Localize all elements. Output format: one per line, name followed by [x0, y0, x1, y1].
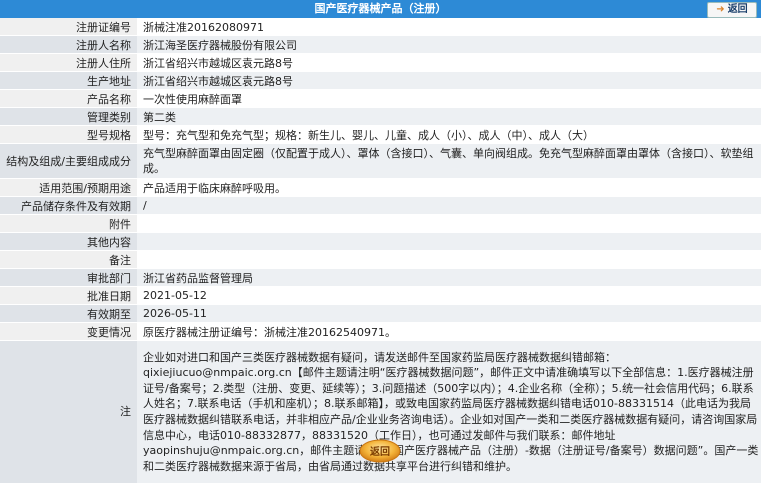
table-row: 产品名称 一次性使用麻醉面罩	[0, 89, 761, 108]
table-row: 型号规格 型号：充气型和免充气型；规格：新生儿、婴儿、儿童、成人（小）、成人（中）…	[0, 125, 761, 144]
field-label: 批准日期	[0, 286, 137, 305]
field-value: 浙江省绍兴市越城区袁元路8号	[137, 71, 761, 90]
field-label: 注	[0, 340, 137, 484]
field-value: 企业如对进口和国产三类医疗器械数据有疑问，请发送邮件至国家药监局医疗器械数据纠错…	[137, 340, 761, 484]
field-label: 产品储存条件及有效期	[0, 196, 137, 215]
field-label: 注册证编号	[0, 18, 137, 36]
table-row: 注册人住所 浙江省绍兴市越城区袁元路8号	[0, 53, 761, 72]
field-value: 型号：充气型和免充气型；规格：新生儿、婴儿、儿童、成人（小）、成人（中）、成人（…	[137, 125, 761, 144]
back-button-bottom[interactable]: 返回	[356, 439, 404, 463]
arrow-right-icon: ➜	[716, 4, 725, 15]
field-value: 第二类	[137, 107, 761, 126]
back-label-bottom: 返回	[370, 445, 390, 458]
field-value: 2021-05-12	[137, 286, 761, 305]
table-row: 变更情况 原医疗器械注册证编号：浙械注准20162540971。	[0, 322, 761, 341]
field-value: 充气型麻醉面罩由固定圈（仅配置于成人）、罩体（含接口）、气囊、单向阀组成。免充气…	[137, 143, 761, 179]
field-label: 生产地址	[0, 71, 137, 90]
table-row: 有效期至 2026-05-11	[0, 304, 761, 323]
table-row: 生产地址 浙江省绍兴市越城区袁元路8号	[0, 71, 761, 90]
field-label: 备注	[0, 250, 137, 269]
field-value	[137, 250, 761, 269]
page-title: 国产医疗器械产品（注册）	[314, 2, 447, 15]
header-bar: 国产医疗器械产品（注册） ➜ 返回	[0, 0, 761, 18]
field-value: /	[137, 196, 761, 215]
table-row: 审批部门 浙江省药品监督管理局	[0, 268, 761, 287]
table-row: 产品储存条件及有效期 /	[0, 196, 761, 215]
field-value: 一次性使用麻醉面罩	[137, 89, 761, 108]
field-value: 浙江海圣医疗器械股份有限公司	[137, 35, 761, 54]
field-value: 浙江省绍兴市越城区袁元路8号	[137, 53, 761, 72]
field-value: 产品适用于临床麻醉呼吸用。	[137, 178, 761, 197]
back-label: 返回	[727, 4, 748, 15]
table-row: 注册人名称 浙江海圣医疗器械股份有限公司	[0, 35, 761, 54]
field-value	[137, 214, 761, 233]
field-label: 有效期至	[0, 304, 137, 323]
back-button-top[interactable]: ➜ 返回	[707, 2, 757, 18]
field-label: 注册人名称	[0, 35, 137, 54]
table-row: 批准日期 2021-05-12	[0, 286, 761, 305]
field-value: 原医疗器械注册证编号：浙械注准20162540971。	[137, 322, 761, 341]
table-row: 适用范围/预期用途 产品适用于临床麻醉呼吸用。	[0, 178, 761, 197]
table-row: 管理类别 第二类	[0, 107, 761, 126]
table-row: 备注	[0, 250, 761, 269]
field-value: 浙江省药品监督管理局	[137, 268, 761, 287]
field-value: 2026-05-11	[137, 304, 761, 323]
field-label: 产品名称	[0, 89, 137, 108]
field-label: 变更情况	[0, 322, 137, 341]
field-label: 注册人住所	[0, 53, 137, 72]
field-value	[137, 232, 761, 251]
field-label: 结构及组成/主要组成成分	[0, 143, 137, 179]
table-row: 结构及组成/主要组成成分 充气型麻醉面罩由固定圈（仅配置于成人）、罩体（含接口）、…	[0, 143, 761, 179]
detail-table: 注册证编号 浙械注准20162080971 注册人名称 浙江海圣医疗器械股份有限公司…	[0, 18, 761, 484]
field-label: 附件	[0, 214, 137, 233]
field-label: 管理类别	[0, 107, 137, 126]
field-value: 浙械注准20162080971	[137, 18, 761, 36]
field-label: 其他内容	[0, 232, 137, 251]
table-row: 注册证编号 浙械注准20162080971	[0, 18, 761, 36]
field-label: 型号规格	[0, 125, 137, 144]
back-button-graphic: 返回	[359, 439, 401, 463]
table-row: 其他内容	[0, 232, 761, 251]
field-label: 审批部门	[0, 268, 137, 287]
table-row: 附件	[0, 214, 761, 233]
field-label: 适用范围/预期用途	[0, 178, 137, 197]
